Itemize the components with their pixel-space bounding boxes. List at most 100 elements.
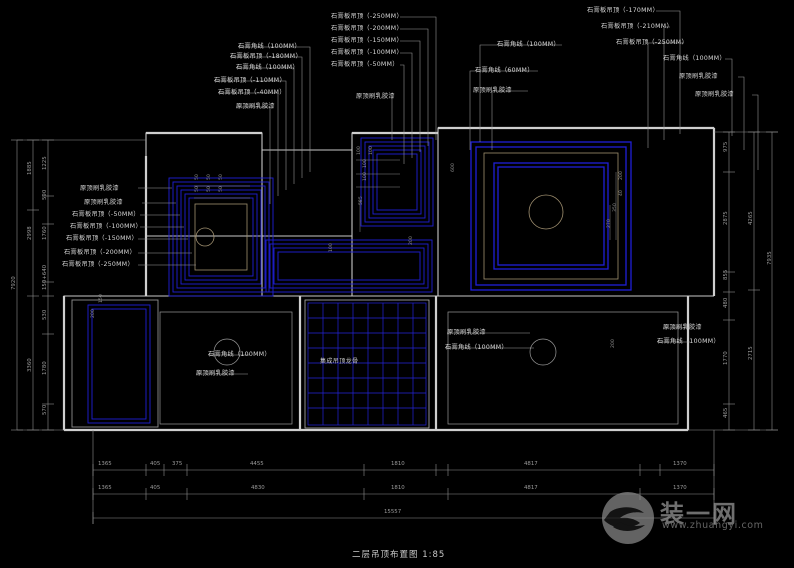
inline-dimension-label: 50	[195, 186, 200, 192]
ceiling-annotation-label: 石膏板吊顶（-110MM）	[214, 77, 286, 84]
dimension-label: 1810	[391, 461, 405, 467]
inline-dimension-label: 600	[451, 163, 456, 172]
drawing-title: 二层吊顶布置图 1:85	[352, 550, 446, 560]
dimension-label: 1225	[42, 156, 48, 170]
dimension-label: 7935	[767, 251, 773, 265]
ceiling-annotation-label: 石膏板吊顶（-40MM）	[218, 89, 286, 96]
dimension-label: 405	[150, 461, 161, 467]
dimension-label: 465	[723, 407, 729, 418]
inline-dimension-label: 50	[207, 174, 212, 180]
dimension-label: 4830	[251, 485, 265, 491]
overall-dimension-label: 15557	[384, 509, 402, 515]
dimension-label: 480	[723, 297, 729, 308]
floorplan-vector-layer	[11, 10, 778, 544]
ceiling-annotation-label: 石膏板吊顶（-200MM）	[64, 249, 136, 256]
inline-dimension-label: 200	[611, 339, 616, 348]
dimension-label: 2715	[748, 346, 754, 360]
ceiling-annotation-label: 原顶刷乳胶漆	[679, 73, 718, 80]
ceiling-annotation-label: 石膏板吊顶（-170MM）	[587, 7, 659, 14]
dimension-label: 1885	[27, 161, 33, 175]
cad-drawing-canvas: 石膏角线（100MM） 石膏板吊顶（-180MM） 石膏角线（100MM） 石膏板吊顶…	[0, 0, 794, 568]
dimension-label: 4817	[524, 485, 538, 491]
inline-dimension-label: 270	[607, 219, 612, 228]
inline-dimension-label: 350	[613, 203, 618, 212]
dimension-label: 7920	[11, 276, 17, 290]
ceiling-annotation-label: 石膏板吊顶（-150MM）	[66, 235, 138, 242]
room-label: 集成吊顶龙骨	[320, 358, 359, 365]
dimension-label: 4455	[250, 461, 264, 467]
dimension-label: 975	[723, 141, 729, 152]
ceiling-annotation-label: 石膏角线（100MM）	[238, 43, 301, 50]
watermark-url: www.zhuangyi.com	[662, 520, 764, 531]
dimension-label: 1810	[391, 485, 405, 491]
inline-dimension-label: 50	[219, 186, 224, 192]
ceiling-bottom-left	[87, 304, 151, 424]
ceiling-annotation-label: 原顶刷乳胶漆	[695, 91, 734, 98]
ceiling-annotation-label: 原顶刷乳胶漆	[236, 103, 275, 110]
ceiling-right-living-room	[470, 141, 632, 291]
dimension-label: 1370	[673, 485, 687, 491]
inline-dimension-label: 100	[363, 172, 368, 181]
dimension-label: 1365	[98, 461, 112, 467]
ceiling-annotation-label: 原顶刷乳胶漆	[473, 87, 512, 94]
ceiling-annotation-label: 石膏角线（100MM）	[657, 338, 720, 345]
dimension-lines-left	[11, 139, 146, 431]
ceiling-annotation-label: 石膏板吊顶（-50MM）	[331, 61, 399, 68]
dimension-label: 4817	[524, 461, 538, 467]
ceiling-bottom-left-outline	[71, 299, 159, 428]
dimension-label: 4265	[748, 211, 754, 225]
dimension-label: 570	[42, 404, 48, 415]
ceiling-annotation-label: 石膏板吊顶（-250MM）	[62, 261, 134, 268]
ceiling-annotation-label: 石膏角线（100MM）	[208, 351, 271, 358]
dimension-label: 590	[42, 189, 48, 200]
inline-dimension-label: 200	[409, 236, 414, 245]
inline-dimension-label: 50	[219, 174, 224, 180]
inline-dimension-label: 100	[329, 243, 334, 252]
inline-dimension-label: 200	[91, 309, 96, 318]
ceiling-annotation-label: 石膏板吊顶（-100MM）	[331, 49, 403, 56]
inline-dimension-label: 40	[619, 190, 624, 196]
ceiling-annotation-label: 石膏板吊顶（-250MM）	[331, 13, 403, 20]
dimension-label: 150+640	[42, 264, 48, 290]
ceiling-light-upper-left	[194, 203, 248, 271]
ceiling-annotation-label: 原顶刷乳胶漆	[356, 93, 395, 100]
ceiling-annotation-label: 原顶刷乳胶漆	[663, 324, 702, 331]
dimension-label: 2998	[27, 226, 33, 240]
ceiling-annotation-label: 石膏板吊顶（-180MM）	[230, 53, 302, 60]
dimension-label: 1780	[42, 361, 48, 375]
ceiling-annotation-label: 原顶刷乳胶漆	[84, 199, 123, 206]
inline-dimension-label: 50	[207, 186, 212, 192]
ceiling-annotation-label: 原顶刷乳胶漆	[447, 329, 486, 336]
dimension-label: 1365	[98, 485, 112, 491]
dimension-label: 1370	[673, 461, 687, 467]
inline-dimension-label: 100	[369, 146, 374, 155]
ceiling-annotation-label: 石膏角线（100MM）	[445, 344, 508, 351]
ceiling-light-right-living	[483, 152, 619, 280]
dimension-lines-right	[688, 131, 778, 431]
ceiling-annotation-label: 石膏角线（100MM）	[236, 64, 299, 71]
ceiling-annotation-label: 石膏角线（100MM）	[663, 55, 726, 62]
dimension-label: 1760	[42, 226, 48, 240]
inline-dimension-label: 150	[99, 294, 104, 303]
ceiling-annotation-label: 石膏角线（60MM）	[475, 67, 534, 74]
ceiling-annotation-label: 石膏板吊顶（-150MM）	[331, 37, 403, 44]
dimension-label: 855	[723, 269, 729, 280]
ceiling-annotation-label: 原顶刷乳胶漆	[80, 185, 119, 192]
dimension-label: 2875	[723, 211, 729, 225]
inline-dimension-label: 100	[363, 159, 368, 168]
watermark: 装一网 www.zhuangyi.com	[596, 492, 788, 550]
room-bottom-left-detail	[159, 311, 293, 425]
ceiling-annotation-label: 石膏板吊顶（-250MM）	[616, 39, 688, 46]
dimension-label: 3360	[27, 358, 33, 372]
dimension-label: 530	[42, 309, 48, 320]
dimension-label: 405	[150, 485, 161, 491]
ceiling-annotation-label: 石膏角线（100MM）	[497, 41, 560, 48]
ceiling-upper-left-bedroom	[168, 177, 274, 297]
dimension-label: 1770	[723, 351, 729, 365]
ceiling-annotation-label: 石膏板吊顶（-50MM）	[72, 211, 140, 218]
ceiling-annotation-label: 石膏板吊顶（-200MM）	[331, 25, 403, 32]
inline-dimension-label: 200	[619, 171, 624, 180]
inline-dimension-label: 585	[359, 196, 364, 205]
ceiling-annotation-label: 石膏板吊顶（-210MM）	[601, 23, 673, 30]
dimension-label: 375	[172, 461, 183, 467]
